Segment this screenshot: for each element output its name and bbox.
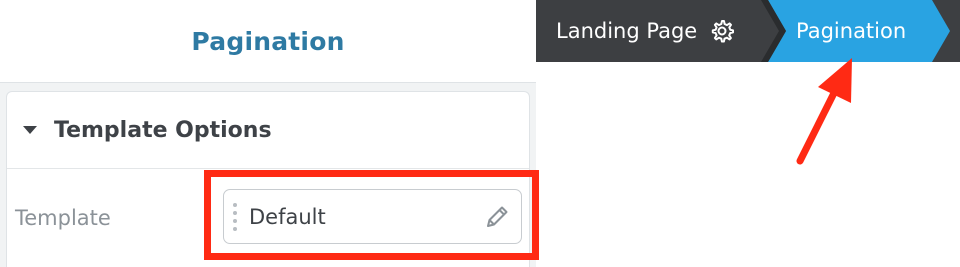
breadcrumb-item-landing-page[interactable]: Landing Page [556,0,735,62]
drag-handle-icon[interactable] [233,202,237,231]
pencil-icon[interactable] [483,203,511,231]
options-panel: Pagination Template Options Template Def… [0,0,536,267]
breadcrumb: Pagination Landing Page [536,0,960,62]
panel-title: Pagination [191,26,345,56]
template-label: Template [15,206,111,230]
template-options-section: Template Options Template Default [6,91,530,267]
panel-header: Pagination [0,0,536,83]
breadcrumb-label-pagination: Pagination [796,19,907,43]
screenshot-stage: Pagination Template Options Template Def… [0,0,960,267]
template-value: Default [249,204,326,229]
section-toggle[interactable]: Template Options [7,92,529,169]
breadcrumb-label-landing-page: Landing Page [556,19,698,43]
gear-icon[interactable] [709,18,735,44]
caret-down-icon [23,126,37,134]
section-title: Template Options [54,117,272,143]
template-field-row: Template Default [7,170,529,267]
arrow-annotation [796,58,852,165]
template-selector[interactable]: Default [223,189,522,244]
